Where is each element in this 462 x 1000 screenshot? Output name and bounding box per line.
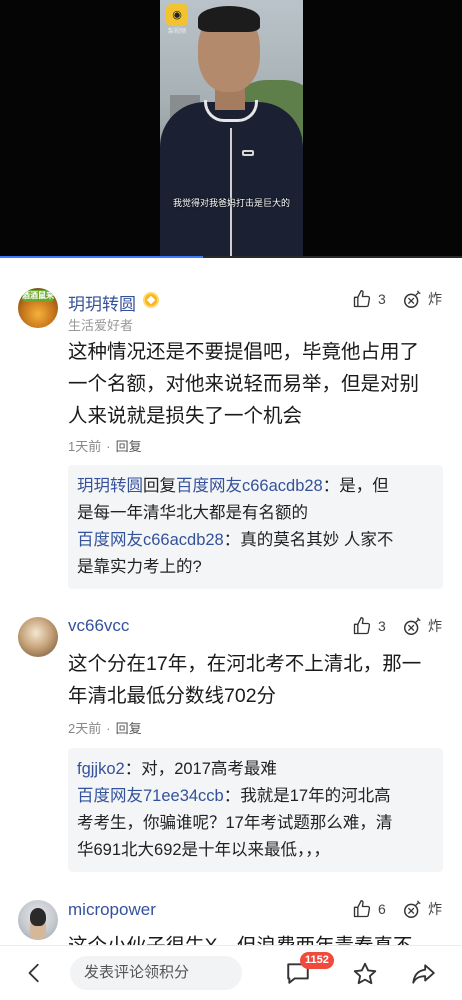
bottom-action-bar: 发表评论领积分 1152 bbox=[0, 945, 462, 1000]
reply-thread[interactable]: 玥玥转圆回复百度网友c66acdb28：是，但 是每一年清华北大都是有名额的 百… bbox=[68, 465, 443, 589]
reply-item[interactable]: fgjjko2：对，2017高考最难 bbox=[77, 756, 433, 783]
comment-text: 这种情况还是不要提倡吧，毕竟他占用了 一个名额，对他来说轻而易举，但是对别 人来… bbox=[68, 336, 444, 432]
reply-author[interactable]: 百度网友c66acdb28 bbox=[77, 531, 224, 549]
comment-text-line: 一个名额，对他来说轻而易举，但是对别 bbox=[68, 373, 420, 395]
reply-text: ：真的莫名其妙 人家不 bbox=[223, 531, 394, 549]
microphone-wire bbox=[230, 128, 232, 258]
reply-button[interactable]: 回复 bbox=[116, 439, 142, 454]
comment-count-badge: 1152 bbox=[300, 952, 334, 969]
bomb-icon bbox=[404, 290, 421, 308]
video-progress-fill bbox=[0, 256, 204, 258]
boom-button[interactable]: 炸 bbox=[402, 615, 442, 637]
meta-separator: · bbox=[106, 721, 111, 736]
avatar[interactable]: 酒酒鼠来 bbox=[18, 288, 58, 328]
reply-item[interactable]: 百度网友c66acdb28：真的莫名其妙 人家不 bbox=[77, 527, 433, 554]
reply-text: ：我就是17年的河北高 bbox=[223, 787, 391, 805]
reply-item[interactable]: 玥玥转圆回复百度网友c66acdb28：是，但 bbox=[77, 473, 433, 500]
boom-label: 炸 bbox=[428, 618, 442, 634]
like-count: 6 bbox=[378, 901, 386, 917]
bomb-icon bbox=[404, 617, 421, 635]
boom-button[interactable]: 炸 bbox=[402, 288, 442, 310]
pear-video-logo-icon: ◉ bbox=[166, 4, 188, 26]
watermark-text: 梨视频 bbox=[167, 29, 186, 35]
reply-text: 考考生，你骗谁呢？17年考试题那么难，清 bbox=[77, 814, 393, 832]
comment-input[interactable]: 发表评论领积分 bbox=[70, 956, 242, 990]
user-tag: 生活爱好者 bbox=[68, 318, 134, 333]
reply-thread[interactable]: fgjjko2：对，2017高考最难 百度网友71ee34ccb：我就是17年的… bbox=[68, 748, 443, 872]
reply-button[interactable]: 回复 bbox=[116, 721, 142, 736]
boom-button[interactable]: 炸 bbox=[402, 898, 442, 920]
avatar-badge: 酒酒鼠来 bbox=[22, 290, 54, 302]
like-button[interactable]: 3 bbox=[352, 615, 386, 637]
star-icon[interactable] bbox=[352, 961, 378, 987]
like-count: 3 bbox=[378, 618, 386, 634]
avatar-figure-head bbox=[30, 908, 46, 926]
comment-time: 2天前 bbox=[68, 721, 102, 736]
reply-text: 是靠实力考上的? bbox=[77, 558, 202, 576]
comment-text-line: 年清北最低分数线702分 bbox=[68, 685, 277, 707]
comment-username[interactable]: 玥玥转圆 bbox=[68, 290, 136, 315]
reply-text: ：对，2017高考最难 bbox=[124, 760, 277, 778]
reply-text: 是每一年清华北大都是有名额的 bbox=[77, 504, 308, 522]
video-frame[interactable] bbox=[160, 0, 303, 258]
reply-author[interactable]: fgjjko2 bbox=[77, 760, 125, 778]
boom-label: 炸 bbox=[428, 291, 442, 307]
like-button[interactable]: 3 bbox=[352, 288, 386, 310]
avatar[interactable] bbox=[18, 617, 58, 657]
reply-text: 华691北大692是十年以来最低，，， bbox=[77, 841, 331, 859]
reply-author[interactable]: 百度网友71ee34ccb bbox=[77, 787, 224, 805]
share-icon[interactable] bbox=[410, 961, 436, 987]
reply-author[interactable]: 玥玥转圆 bbox=[77, 477, 143, 495]
comment-text-line: 人来说就是损失了一个机会 bbox=[68, 405, 303, 427]
boom-label: 炸 bbox=[428, 901, 442, 917]
person-hair bbox=[198, 6, 260, 32]
like-count: 3 bbox=[378, 291, 386, 307]
thumbs-up-icon bbox=[353, 290, 371, 308]
avatar[interactable] bbox=[18, 900, 58, 940]
reply-target[interactable]: 百度网友c66acdb28 bbox=[176, 477, 323, 495]
video-player[interactable]: ◉ 梨视频 我觉得对我爸妈打击是巨大的 bbox=[0, 0, 462, 258]
meta-separator: · bbox=[106, 439, 111, 454]
reply-text: ：是，但 bbox=[322, 477, 389, 495]
comment-text: 这个分在17年，在河北考不上清北，那一 年清北最低分数线702分 bbox=[68, 648, 444, 712]
back-arrow-icon[interactable] bbox=[24, 962, 46, 984]
comment-meta: 1天前 · 回复 bbox=[68, 436, 142, 455]
comment-time: 1天前 bbox=[68, 439, 102, 454]
video-subtitle: 我觉得对我爸妈打击是巨大的 bbox=[172, 198, 290, 208]
comment-text-line: 这种情况还是不要提倡吧，毕竟他占用了 bbox=[68, 341, 420, 363]
comment-username[interactable]: vc66vcc bbox=[68, 616, 129, 636]
shirt-logo bbox=[242, 150, 254, 156]
like-button[interactable]: 6 bbox=[352, 898, 386, 920]
bomb-icon bbox=[404, 900, 421, 918]
reply-item[interactable]: 百度网友71ee34ccb：我就是17年的河北高 bbox=[77, 783, 433, 810]
vip-level-icon bbox=[143, 292, 159, 308]
comment-username[interactable]: micropower bbox=[68, 900, 156, 920]
comment-meta: 2天前 · 回复 bbox=[68, 718, 142, 737]
reply-connector: 回复 bbox=[143, 477, 176, 495]
thumbs-up-icon bbox=[353, 617, 371, 635]
comment-text-line: 这个分在17年，在河北考不上清北，那一 bbox=[68, 653, 422, 675]
thumbs-up-icon bbox=[353, 900, 371, 918]
video-progress-bar[interactable] bbox=[0, 256, 462, 258]
